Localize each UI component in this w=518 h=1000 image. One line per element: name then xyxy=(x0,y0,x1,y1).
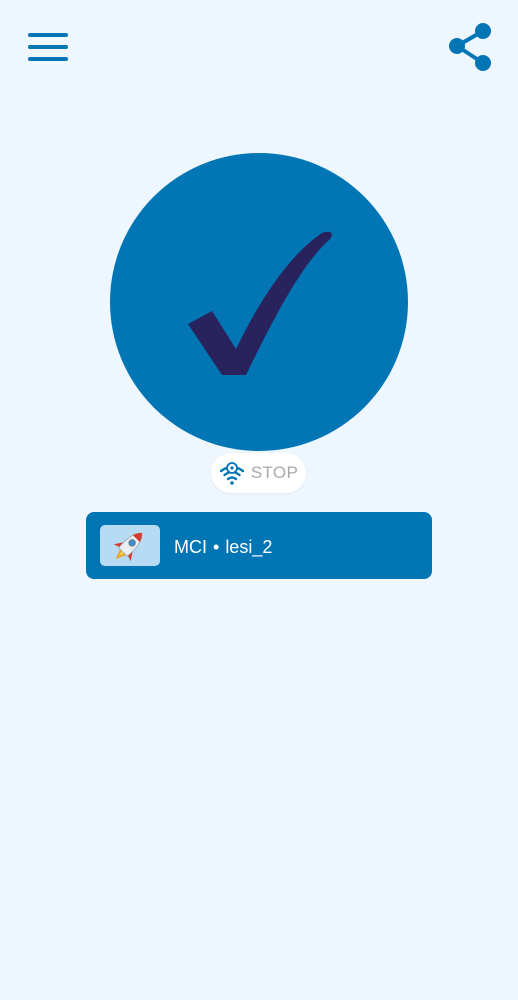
main-screen: STOP MCI • lesi_2 xyxy=(0,0,518,1000)
server-label: MCI • lesi_2 xyxy=(174,536,272,558)
connect-button[interactable] xyxy=(110,153,408,451)
server-selector[interactable]: MCI • lesi_2 xyxy=(86,512,432,579)
wifi-settings-icon xyxy=(219,462,245,485)
server-name: lesi_2 xyxy=(225,537,273,557)
stop-label: STOP xyxy=(250,463,299,482)
server-thumbnail xyxy=(100,525,160,566)
server-operator: MCI xyxy=(174,537,207,557)
rocket-icon xyxy=(113,532,143,562)
server-separator: • xyxy=(213,537,220,557)
stop-button[interactable]: STOP xyxy=(211,453,306,493)
checkmark-icon xyxy=(188,231,332,375)
menu-button[interactable] xyxy=(26,28,70,68)
share-icon xyxy=(449,23,491,71)
hamburger-menu-icon xyxy=(28,33,68,61)
share-button[interactable] xyxy=(444,20,496,74)
